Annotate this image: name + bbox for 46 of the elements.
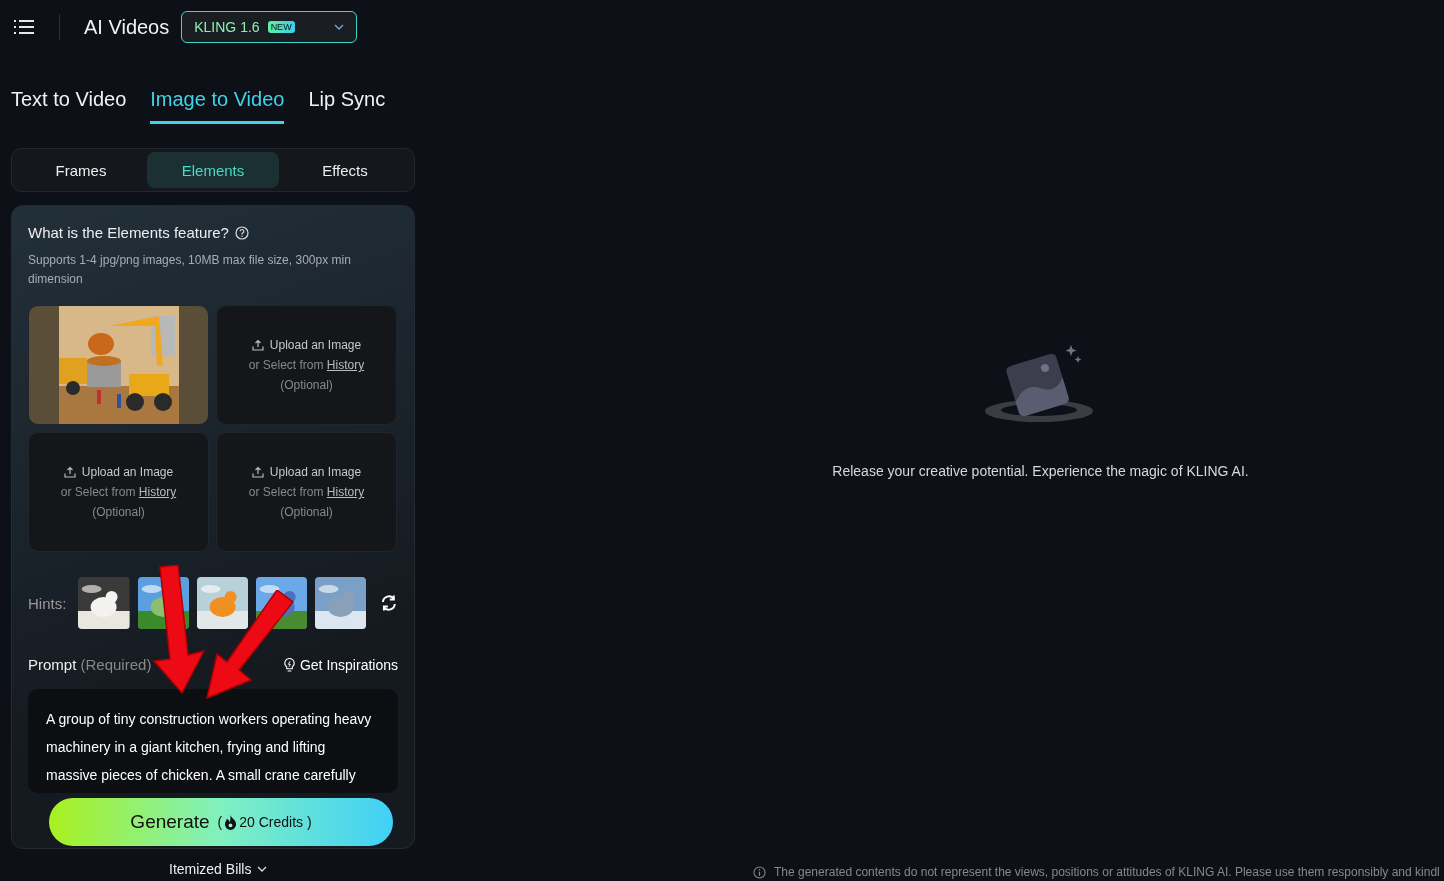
upload-slot[interactable]: Upload an Image or Select from History (Optional) [216, 432, 397, 552]
history-link[interactable]: History [326, 485, 365, 499]
new-badge: NEW [267, 21, 295, 33]
history-link[interactable]: History [138, 485, 177, 499]
upload-label: Upload an Image [269, 465, 362, 479]
select-text: or Select from [248, 485, 324, 499]
prompt-field[interactable]: A group of tiny construction workers operating heavy machinery in a giant kitchen, frying and lifting massive pieces of chicken. A small crane carefully [28, 689, 398, 793]
optional-note: (Optional) [92, 505, 145, 519]
image-slot[interactable] [28, 305, 209, 425]
optional-note: (Optional) [280, 505, 333, 519]
refresh-icon[interactable] [380, 594, 398, 612]
mode-tab[interactable]: Frames [15, 152, 147, 188]
menu-icon[interactable] [14, 19, 34, 35]
disclaimer-text: The generated contents do not represent the views, positions or attitudes of KLING AI. Please use them responsibly and kindl [774, 865, 1440, 879]
empty-state-text: Release your creative potential. Experience the magic of KLING AI. [832, 463, 1249, 479]
section-title: What is the Elements feature? [28, 224, 229, 241]
upload-label: Upload an Image [269, 338, 362, 352]
tab[interactable]: Text to Video [11, 88, 127, 124]
mode-tab[interactable]: Elements [147, 152, 279, 188]
upload-icon [251, 339, 264, 351]
upload-icon [63, 466, 76, 478]
prompt-label: Prompt (Required) [28, 656, 152, 673]
flame-icon [224, 814, 238, 830]
model-dropdown[interactable]: KLING 1.6 NEW [181, 11, 358, 43]
info-text: Supports 1-4 jpg/png images, 10MB max file size, 300px min dimension [28, 252, 352, 288]
generate-button[interactable]: Generate ( 20 Credits ) [49, 798, 393, 846]
mode-tab[interactable]: Effects [279, 152, 411, 188]
select-text: or Select from [60, 485, 136, 499]
inspirations-button[interactable]: Get Inspirations [282, 656, 398, 673]
bulb-icon [282, 656, 296, 673]
info-icon [753, 865, 766, 879]
chevron-icon [257, 866, 268, 872]
chevron-icon [334, 24, 345, 30]
page-title: AI Videos [84, 15, 170, 39]
history-link[interactable]: History [326, 358, 365, 372]
upload-slot[interactable]: Upload an Image or Select from History (Optional) [28, 432, 209, 552]
upload-icon [251, 466, 264, 478]
optional-note: (Optional) [280, 378, 333, 392]
tab[interactable]: Image to Video [150, 88, 285, 124]
upload-slot[interactable]: Upload an Image or Select from History (Optional) [216, 305, 397, 425]
itemized-bills-button[interactable]: Itemized Bills [169, 861, 268, 877]
help-icon[interactable] [234, 225, 249, 240]
hints-label: Hints: [28, 594, 67, 612]
upload-label: Upload an Image [81, 465, 174, 479]
select-text: or Select from [248, 358, 324, 372]
tab[interactable]: Lip Sync [308, 88, 386, 124]
